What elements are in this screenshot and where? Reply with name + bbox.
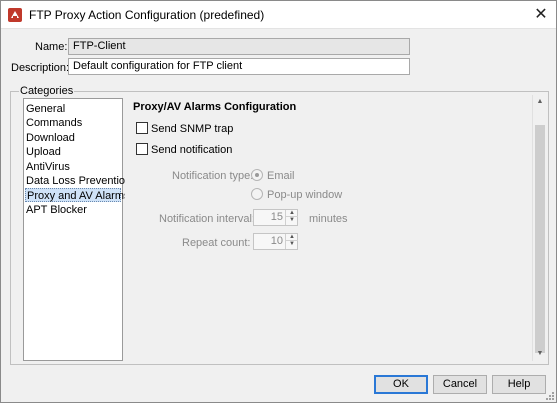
repeat-count-spinner[interactable]: 10 ▲ ▼ [253,233,298,250]
notification-interval-label: Notification interval: [159,213,255,225]
description-label: Description: [11,62,70,74]
cancel-button[interactable]: Cancel [433,375,487,394]
category-item-proxy-av-alarms[interactable]: Proxy and AV Alarms [25,188,130,202]
scroll-up-icon[interactable]: ▲ [533,95,547,109]
name-field[interactable]: FTP-Client [68,38,410,55]
description-field[interactable]: Default configuration for FTP client [68,58,410,75]
name-label: Name: [35,41,68,53]
scrollbar-thumb[interactable] [535,125,545,353]
category-item-data-loss-prevention[interactable]: Data Loss Prevention [25,174,131,188]
notification-interval-unit: minutes [309,213,348,225]
notification-interval-value[interactable]: 15 [271,211,283,223]
spinner-up-icon[interactable]: ▲ [286,210,298,217]
send-notification-label[interactable]: Send notification [151,144,232,156]
categories-group-title: Categories [19,85,75,97]
category-item-upload[interactable]: Upload [25,145,121,159]
resize-grip-icon[interactable] [544,390,554,400]
close-icon: ✕ [534,6,548,23]
title-bar: FTP Proxy Action Configuration (predefin… [1,1,556,29]
notification-interval-spinner[interactable]: 15 ▲ ▼ [253,209,298,226]
category-item-general[interactable]: General [25,102,121,116]
category-item-antivirus[interactable]: AntiVirus [25,160,121,174]
ok-button[interactable]: OK [374,375,428,394]
spinner-down-icon[interactable]: ▼ [286,217,298,224]
vertical-scrollbar[interactable]: ▲ ▼ [532,95,546,361]
email-radio[interactable] [251,169,263,181]
section-title: Proxy/AV Alarms Configuration [133,101,297,113]
repeat-count-value[interactable]: 10 [271,235,283,247]
close-button[interactable]: ✕ [526,1,556,29]
scroll-down-icon[interactable]: ▼ [533,347,547,361]
send-notification-checkbox[interactable] [136,143,148,155]
send-snmp-trap-checkbox[interactable] [136,122,148,134]
email-radio-label[interactable]: Email [267,170,295,182]
repeat-count-label: Repeat count: [182,237,251,249]
notification-interval-arrows: ▲ ▼ [285,210,298,225]
notification-type-label: Notification type: [172,170,254,182]
send-snmp-trap-label[interactable]: Send SNMP trap [151,123,233,135]
category-item-commands[interactable]: Commands [25,116,121,130]
popup-window-radio[interactable] [251,188,263,200]
firebox-app-icon [8,8,22,22]
category-item-apt-blocker[interactable]: APT Blocker [25,203,121,217]
spinner-down-icon[interactable]: ▼ [286,241,298,248]
repeat-count-arrows: ▲ ▼ [285,234,298,249]
categories-list[interactable]: General Commands Download Upload AntiVir… [23,98,131,361]
window-title: FTP Proxy Action Configuration (predefin… [29,8,265,22]
category-item-download[interactable]: Download [25,131,121,145]
spinner-up-icon[interactable]: ▲ [286,234,298,241]
help-button[interactable]: Help [492,375,546,394]
popup-window-radio-label[interactable]: Pop-up window [267,189,342,201]
dialog-window: FTP Proxy Action Configuration (predefin… [0,0,557,403]
